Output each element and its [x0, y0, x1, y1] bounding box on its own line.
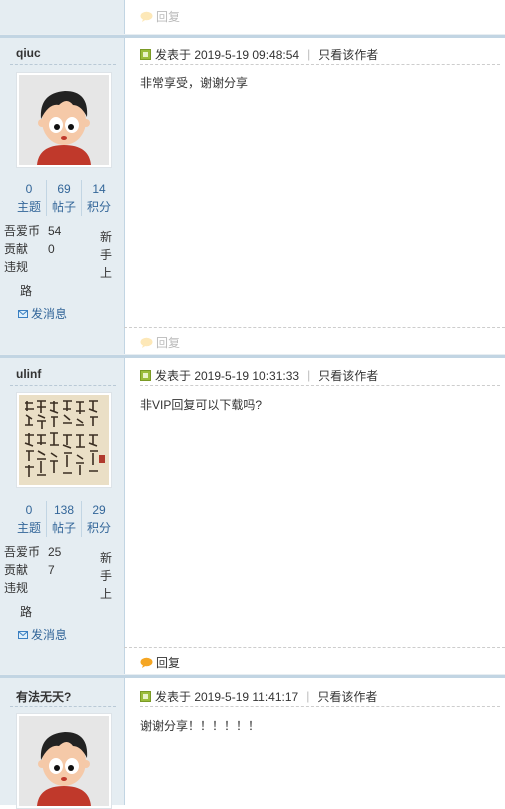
post-header: 发表于 2019-5-19 11:41:17 | 只看该作者 [140, 686, 500, 707]
only-author-link[interactable]: 只看该作者 [317, 688, 377, 705]
user-rank: 新 手 上 [100, 230, 113, 280]
info-key: 违规 [4, 581, 29, 595]
post-icon [140, 690, 151, 702]
info-value: 25 [48, 545, 62, 559]
username-divider [10, 385, 116, 386]
calligraphy-avatar-icon [19, 395, 109, 485]
post-time: 发表于 2019-5-19 11:41:17 [155, 689, 299, 704]
rank-text-road: 路 [20, 284, 33, 298]
info-value: 7 [48, 563, 55, 577]
reply-icon [140, 657, 153, 668]
reply-label: 回复 [156, 10, 181, 24]
post-header: 发表于 2019-5-19 09:48:54 | 只看该作者 [140, 44, 500, 65]
only-author-link[interactable]: 只看该作者 [318, 367, 378, 384]
rank-text-road: 路 [20, 605, 33, 619]
mail-icon [18, 309, 28, 318]
username[interactable]: qiuc [16, 46, 41, 60]
username-divider [10, 64, 116, 65]
stat-posts[interactable]: 138 帖子 [47, 501, 82, 537]
user-stats: 0 主题 69 帖子 14 积分 [12, 180, 116, 216]
stat-points[interactable]: 14 积分 [82, 180, 116, 216]
previous-post-reply-row: 回复 [124, 0, 505, 32]
stat-topics[interactable]: 0 主题 [12, 501, 47, 537]
post-header: 发表于 2019-5-19 10:31:33 | 只看该作者 [140, 365, 500, 386]
stat-posts[interactable]: 69 帖子 [47, 180, 82, 216]
send-message-link[interactable]: 发消息 [18, 626, 67, 643]
user-rank: 新 手 上 [100, 551, 113, 601]
reply-link[interactable]: 回复 [140, 654, 180, 671]
user-info: 吾爱币 25 贡献 7 违规 [4, 543, 114, 597]
user-info: 吾爱币 54 贡献 0 违规 [4, 222, 114, 276]
username[interactable]: ulinf [16, 367, 41, 381]
info-value: 54 [48, 224, 62, 238]
post-separator [0, 34, 505, 38]
post-icon [140, 369, 151, 381]
info-key: 违规 [4, 260, 29, 274]
info-key: 贡献 [4, 242, 29, 256]
info-key: 贡献 [4, 563, 29, 577]
cartoon-boy-avatar-icon [19, 75, 109, 165]
stat-points[interactable]: 29 积分 [82, 501, 116, 537]
post-separator [0, 674, 505, 678]
post-time: 发表于 2019-5-19 09:48:54 [155, 47, 300, 62]
reply-icon [140, 11, 153, 22]
post-time: 发表于 2019-5-19 10:31:33 [155, 368, 300, 383]
post-separator [0, 354, 505, 358]
post-content: 非VIP回复可以下载吗? [140, 398, 263, 412]
post-icon [140, 48, 151, 60]
info-key: 吾爱币 [4, 224, 41, 238]
username[interactable]: 有法无天? [16, 688, 71, 705]
previous-reply-link[interactable]: 回复 [140, 8, 180, 25]
avatar[interactable] [16, 713, 112, 809]
user-stats: 0 主题 138 帖子 29 积分 [12, 501, 116, 537]
username-divider [10, 706, 116, 707]
avatar[interactable] [16, 72, 112, 168]
reply-link[interactable]: 回复 [140, 334, 180, 351]
reply-icon [140, 337, 153, 348]
only-author-link[interactable]: 只看该作者 [318, 46, 378, 63]
mail-icon [18, 630, 28, 639]
cartoon-boy-avatar-icon [19, 716, 109, 806]
info-value: 0 [48, 242, 55, 256]
send-message-link[interactable]: 发消息 [18, 305, 67, 322]
post-content: 非常享受，谢谢分享 [140, 76, 249, 90]
stat-topics[interactable]: 0 主题 [12, 180, 47, 216]
avatar[interactable] [16, 392, 112, 488]
post-content: 谢谢分享！！！！！！ [140, 719, 261, 733]
info-key: 吾爱币 [4, 545, 41, 559]
